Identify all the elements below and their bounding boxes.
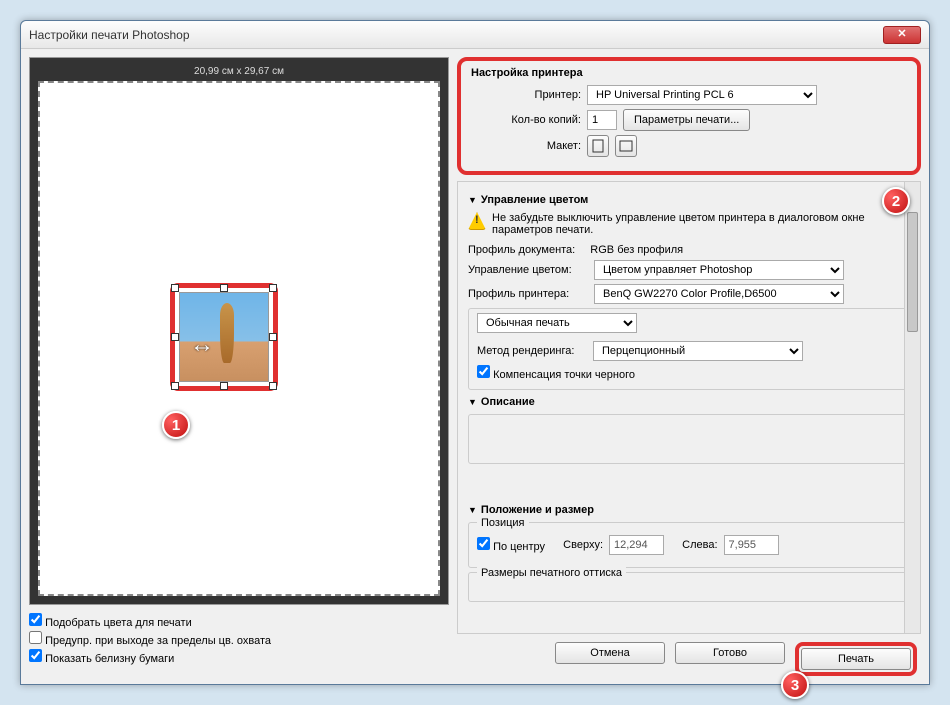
position-fieldset: Позиция По центру Сверху: Слева: <box>468 522 910 568</box>
printer-setup-title: Настройка принтера <box>471 67 907 79</box>
gamut-warning-checkbox[interactable]: Предупр. при выходе за пределы цв. охват… <box>29 631 449 647</box>
collapse-icon: ▼ <box>468 505 477 515</box>
printer-profile-label: Профиль принтера: <box>468 288 588 300</box>
annotation-badge-2: 2 <box>882 187 910 215</box>
print-highlight: Печать <box>795 642 917 676</box>
warning-icon <box>468 212 486 230</box>
annotation-badge-3: 3 <box>781 671 809 699</box>
resize-handle[interactable] <box>269 382 277 390</box>
resize-handle[interactable] <box>220 284 228 292</box>
layout-label: Макет: <box>471 140 581 152</box>
printer-select[interactable]: HP Universal Printing PCL 6 <box>587 85 817 105</box>
printer-setup-group: Настройка принтера Принтер: HP Universal… <box>457 57 921 175</box>
rendering-fieldset: Обычная печать Метод рендеринга: Перцепц… <box>468 308 910 390</box>
collapse-icon: ▼ <box>468 397 477 407</box>
landscape-button[interactable] <box>615 135 637 157</box>
preview-frame: 20,99 см x 29,67 см 1 <box>29 57 449 605</box>
doc-profile-label: Профиль документа: <box>468 244 575 256</box>
color-handling-label: Управление цветом: <box>468 264 588 276</box>
left-label: Слева: <box>682 539 717 551</box>
scrollbar[interactable] <box>904 182 920 633</box>
printer-label: Принтер: <box>471 89 581 101</box>
top-label: Сверху: <box>563 539 603 551</box>
color-handling-select[interactable]: Цветом управляет Photoshop <box>594 260 844 280</box>
scrollbar-thumb[interactable] <box>907 212 918 332</box>
portrait-button[interactable] <box>587 135 609 157</box>
print-size-fieldset: Размеры печатного оттиска <box>468 572 910 602</box>
preview-pane: 20,99 см x 29,67 см 1 <box>29 57 449 676</box>
left-input <box>724 535 779 555</box>
top-input <box>609 535 664 555</box>
rendering-label: Метод рендеринга: <box>477 345 587 357</box>
annotation-badge-1: 1 <box>162 411 190 439</box>
copies-input[interactable] <box>587 110 617 130</box>
position-header[interactable]: ▼Положение и размер <box>468 504 910 516</box>
doc-profile-value: RGB без профиля <box>590 244 683 256</box>
cancel-button[interactable]: Отмена <box>555 642 665 664</box>
page-dimensions: 20,99 см x 29,67 см <box>38 66 440 77</box>
settings-scroll: ▼Управление цветом Не забудьте выключить… <box>457 181 921 634</box>
size-group-label: Размеры печатного оттиска <box>477 567 626 579</box>
resize-handle[interactable] <box>220 382 228 390</box>
footer-buttons: Отмена Готово Печать <box>457 642 921 676</box>
window-title: Настройки печати Photoshop <box>29 28 190 42</box>
titlebar[interactable]: Настройки печати Photoshop ✕ <box>21 21 929 49</box>
preview-page[interactable]: 1 <box>38 81 440 596</box>
print-params-button[interactable]: Параметры печати... <box>623 109 750 131</box>
position-group-label: Позиция <box>477 517 529 529</box>
resize-handle[interactable] <box>171 284 179 292</box>
resize-handle[interactable] <box>171 333 179 341</box>
resize-handle[interactable] <box>269 284 277 292</box>
paper-white-checkbox[interactable]: Показать белизну бумаги <box>29 649 449 665</box>
description-header[interactable]: ▼Описание <box>468 396 910 408</box>
giraffe-image <box>179 292 269 382</box>
color-mgmt-header[interactable]: ▼Управление цветом <box>468 194 910 206</box>
copies-label: Кол-во копий: <box>471 114 581 126</box>
preview-options: Подобрать цвета для печати Предупр. при … <box>29 611 449 667</box>
match-colors-checkbox[interactable]: Подобрать цвета для печати <box>29 613 449 629</box>
center-checkbox[interactable]: По центру <box>477 537 545 553</box>
done-button[interactable]: Готово <box>675 642 785 664</box>
resize-handle[interactable] <box>269 333 277 341</box>
resize-handle[interactable] <box>171 382 179 390</box>
image-selection[interactable] <box>170 283 278 391</box>
close-button[interactable]: ✕ <box>883 26 921 44</box>
rendering-select[interactable]: Перцепционный <box>593 341 803 361</box>
print-button[interactable]: Печать <box>801 648 911 670</box>
printer-profile-select[interactable]: BenQ GW2270 Color Profile,D6500 <box>594 284 844 304</box>
description-box <box>468 414 910 464</box>
black-point-checkbox[interactable]: Компенсация точки черного <box>477 369 635 381</box>
settings-pane: Настройка принтера Принтер: HP Universal… <box>457 57 921 676</box>
warning-text: Не забудьте выключить управление цветом … <box>492 212 910 236</box>
collapse-icon: ▼ <box>468 195 477 205</box>
print-mode-select[interactable]: Обычная печать <box>477 313 637 333</box>
print-settings-dialog: Настройки печати Photoshop ✕ 20,99 см x … <box>20 20 930 685</box>
